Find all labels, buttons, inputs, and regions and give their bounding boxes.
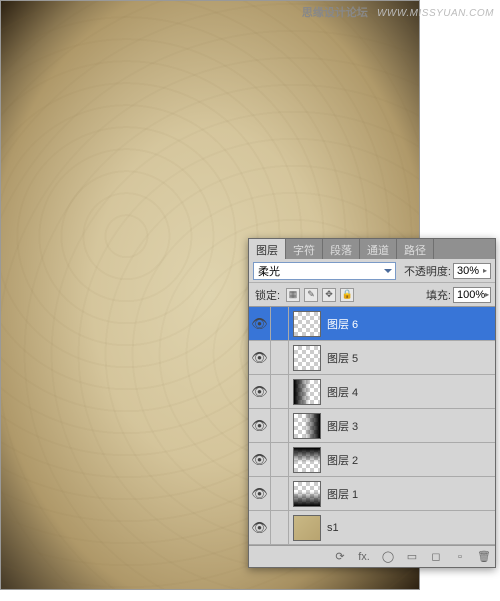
blend-opacity-row: 柔光 不透明度: 30% (249, 259, 495, 283)
layer-name[interactable]: s1 (327, 522, 339, 534)
link-column[interactable] (271, 477, 289, 511)
layer-row[interactable]: 👁 图层 2 (249, 443, 495, 477)
layer-effects-icon[interactable]: fx. (357, 551, 371, 563)
panel-footer: ⟳ fx. ◯ ▭ ◻ ▫ 🗑 (249, 545, 495, 567)
layer-row[interactable]: 👁 图层 6 (249, 307, 495, 341)
layer-name[interactable]: 图层 1 (327, 486, 358, 502)
layers-list: 👁 图层 6 👁 图层 5 👁 图层 4 👁 图层 3 👁 图层 2 👁 图层 1 👁 s1 (249, 307, 495, 545)
layer-name[interactable]: 图层 3 (327, 418, 358, 434)
visibility-toggle-icon[interactable]: 👁 (249, 307, 271, 341)
visibility-toggle-icon[interactable]: 👁 (249, 443, 271, 477)
layer-row[interactable]: 👁 图层 3 (249, 409, 495, 443)
visibility-toggle-icon[interactable]: 👁 (249, 477, 271, 511)
layer-thumbnail[interactable] (293, 413, 321, 439)
layer-thumbnail[interactable] (293, 515, 321, 541)
layer-thumbnail[interactable] (293, 379, 321, 405)
layer-name[interactable]: 图层 5 (327, 350, 358, 366)
layer-thumbnail[interactable] (293, 311, 321, 337)
blend-mode-value: 柔光 (258, 263, 280, 279)
tab-paragraph[interactable]: 段落 (323, 239, 360, 259)
link-column[interactable] (271, 375, 289, 409)
visibility-toggle-icon[interactable]: 👁 (249, 375, 271, 409)
layer-name[interactable]: 图层 4 (327, 384, 358, 400)
delete-layer-icon[interactable]: 🗑 (477, 550, 491, 563)
visibility-toggle-icon[interactable]: 👁 (249, 511, 271, 545)
link-column[interactable] (271, 307, 289, 341)
layer-row[interactable]: 👁 图层 4 (249, 375, 495, 409)
layer-row[interactable]: 👁 图层 5 (249, 341, 495, 375)
lock-icons: ▦ ✎ ✥ 🔒 (286, 288, 354, 302)
layer-row[interactable]: 👁 图层 1 (249, 477, 495, 511)
tab-channels[interactable]: 通道 (360, 239, 397, 259)
watermark-title: 思缘设计论坛 (302, 7, 368, 19)
new-layer-icon[interactable]: ▫ (453, 551, 467, 563)
tab-paths[interactable]: 路径 (397, 239, 434, 259)
group-icon[interactable]: ◻ (429, 550, 443, 563)
layer-row[interactable]: 👁 s1 (249, 511, 495, 545)
link-column[interactable] (271, 409, 289, 443)
layer-mask-icon[interactable]: ◯ (381, 550, 395, 563)
lock-transparency-icon[interactable]: ▦ (286, 288, 300, 302)
watermark: 思缘设计论坛 WWW.MISSYUAN.COM (302, 4, 494, 20)
layers-panel: 图层 字符 段落 通道 路径 柔光 不透明度: 30% 锁定: ▦ ✎ ✥ 🔒 … (248, 238, 496, 568)
tab-layers[interactable]: 图层 (249, 239, 286, 259)
lock-pixels-icon[interactable]: ✎ (304, 288, 318, 302)
tab-character[interactable]: 字符 (286, 239, 323, 259)
fill-input[interactable]: 100% (453, 287, 491, 303)
layer-name[interactable]: 图层 6 (327, 316, 358, 332)
opacity-label: 不透明度: (404, 263, 451, 279)
layer-thumbnail[interactable] (293, 447, 321, 473)
link-column[interactable] (271, 443, 289, 477)
adjustment-layer-icon[interactable]: ▭ (405, 550, 419, 563)
link-layers-icon[interactable]: ⟳ (333, 550, 347, 563)
panel-tabs: 图层 字符 段落 通道 路径 (249, 239, 495, 259)
opacity-value: 30% (457, 265, 479, 277)
lock-label: 锁定: (255, 287, 280, 303)
opacity-input[interactable]: 30% (453, 263, 491, 279)
lock-position-icon[interactable]: ✥ (322, 288, 336, 302)
link-column[interactable] (271, 511, 289, 545)
fill-label: 填充: (426, 287, 451, 303)
lock-fill-row: 锁定: ▦ ✎ ✥ 🔒 填充: 100% (249, 283, 495, 307)
watermark-url: WWW.MISSYUAN.COM (377, 8, 494, 19)
lock-all-icon[interactable]: 🔒 (340, 288, 354, 302)
blend-mode-select[interactable]: 柔光 (253, 262, 396, 280)
layer-thumbnail[interactable] (293, 345, 321, 371)
fill-value: 100% (457, 289, 485, 301)
layer-thumbnail[interactable] (293, 481, 321, 507)
layer-name[interactable]: 图层 2 (327, 452, 358, 468)
visibility-toggle-icon[interactable]: 👁 (249, 341, 271, 375)
visibility-toggle-icon[interactable]: 👁 (249, 409, 271, 443)
link-column[interactable] (271, 341, 289, 375)
